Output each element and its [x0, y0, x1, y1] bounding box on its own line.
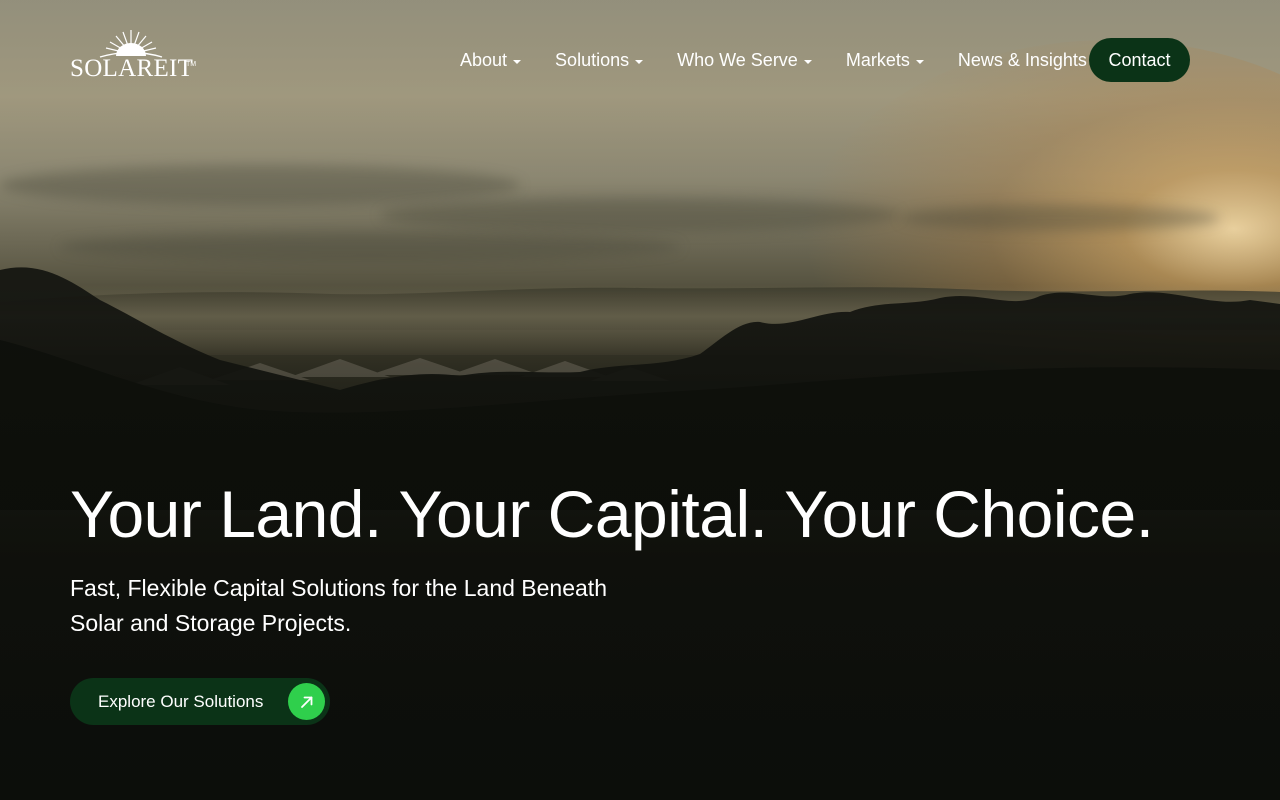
arrow-up-right-icon: [288, 683, 325, 720]
nav-label: News & Insights: [957, 49, 1087, 70]
chevron-down-icon: [513, 59, 522, 64]
logo-wordmark: SOLAREIT: [70, 55, 194, 82]
nav-item-markets[interactable]: Markets: [846, 50, 924, 71]
chevron-down-icon: [915, 59, 924, 64]
explore-solutions-button[interactable]: Explore Our Solutions: [70, 678, 330, 725]
contact-button[interactable]: Contact: [1089, 38, 1190, 82]
site-header: SOLAREIT TM About Solutions Who We Serve…: [0, 0, 1280, 120]
chevron-down-icon: [803, 59, 812, 64]
sunrise-icon: [99, 30, 163, 58]
nav-label: Solutions: [555, 49, 630, 70]
nav-item-about[interactable]: About: [460, 49, 522, 71]
cta-label: Explore Our Solutions: [98, 691, 264, 711]
hero-headline: Your Land. Your Capital. Your Choice.: [70, 477, 1154, 551]
solareit-logo[interactable]: SOLAREIT TM: [70, 28, 196, 82]
trademark-mark: TM: [186, 61, 197, 68]
nav-label: Markets: [845, 49, 910, 70]
nav-label: Who We Serve: [677, 49, 798, 70]
nav-item-news-insights[interactable]: News & Insights: [958, 50, 1087, 71]
hero-subheadline: Fast, Flexible Capital Solutions for the…: [70, 575, 607, 636]
main-nav: About Solutions Who We Serve Markets New…: [460, 48, 1121, 72]
chevron-down-icon: [635, 59, 644, 64]
hero-section: SOLAREIT TM About Solutions Who We Serve…: [0, 0, 1280, 800]
nav-label: About: [460, 49, 508, 70]
nav-item-who-we-serve[interactable]: Who We Serve: [677, 50, 812, 71]
nav-item-solutions[interactable]: Solutions: [555, 49, 644, 71]
